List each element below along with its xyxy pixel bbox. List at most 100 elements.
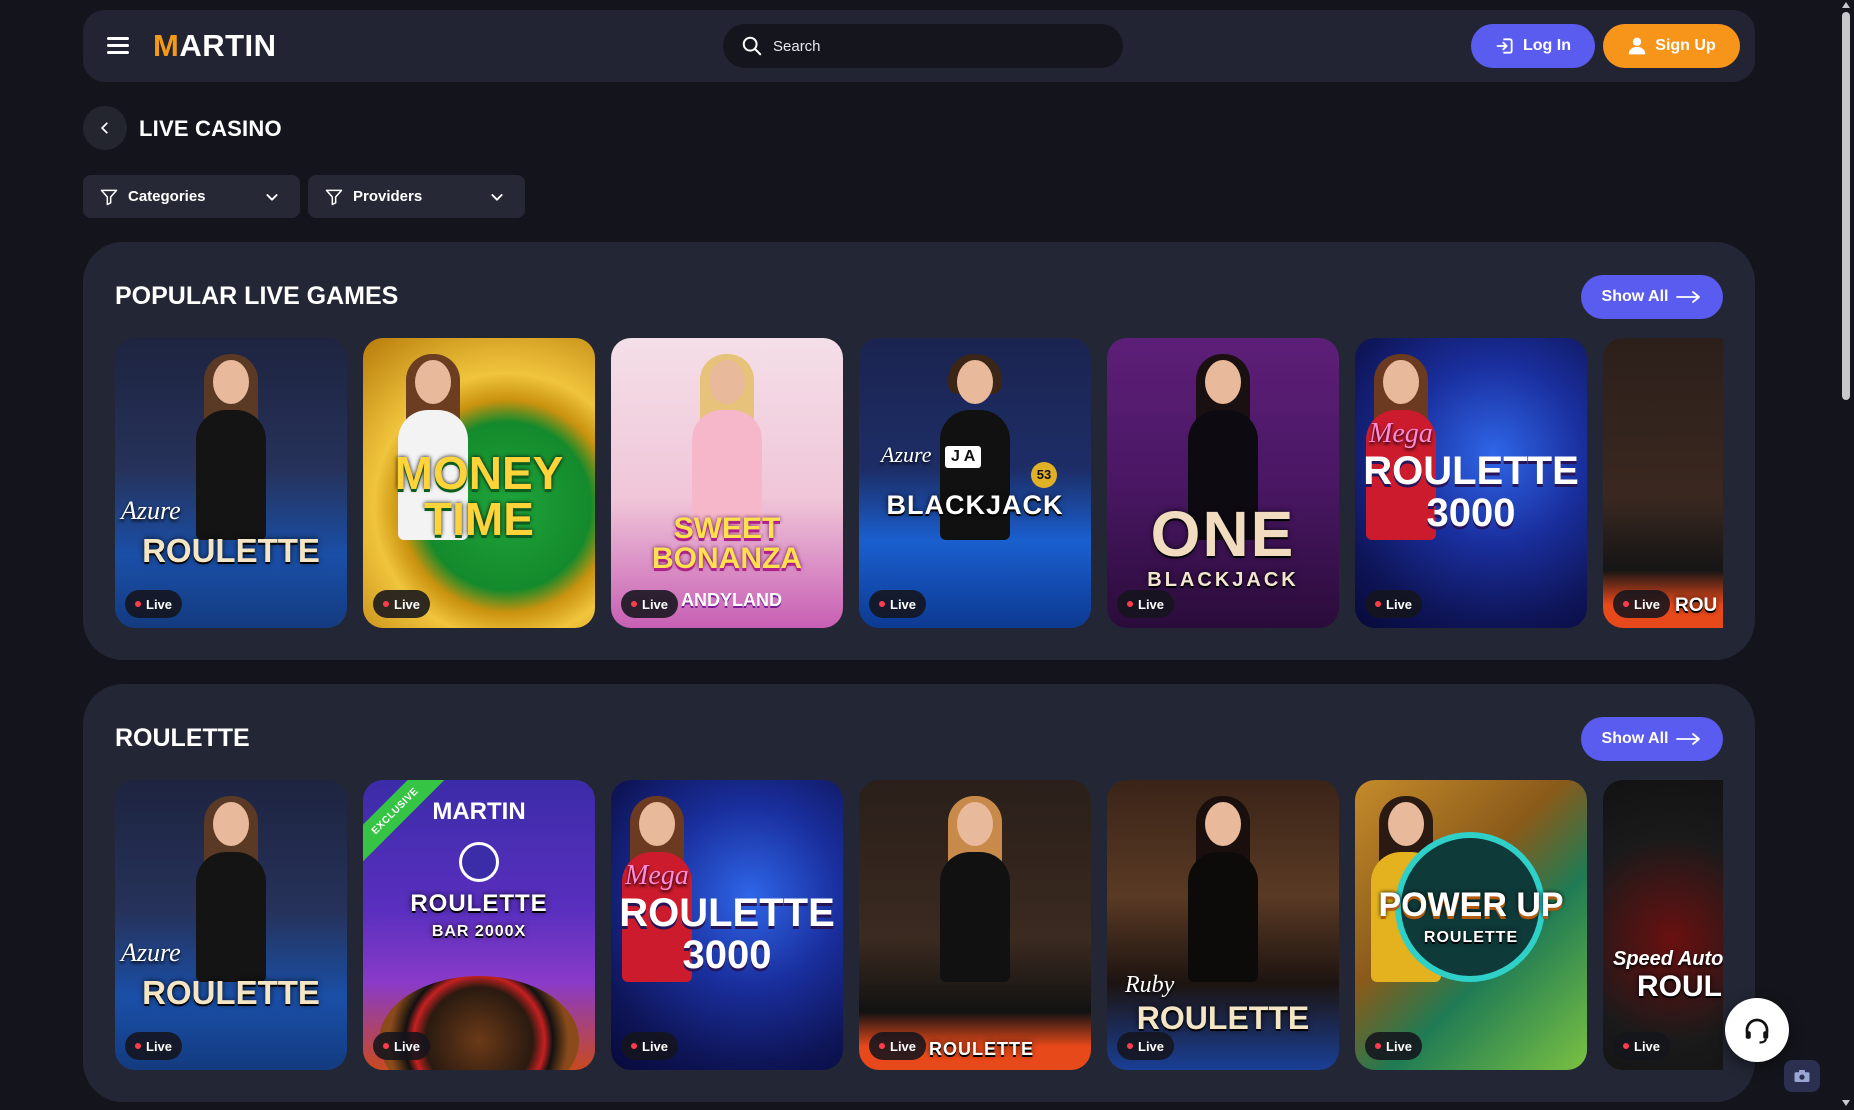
card-title: ROULETTE: [142, 974, 320, 1011]
page-scrollbar[interactable]: [1838, 0, 1854, 1110]
live-label: Live: [1634, 1038, 1661, 1054]
live-badge: Live: [1117, 1032, 1175, 1060]
logo-m: M: [153, 28, 180, 63]
game-card-roulette[interactable]: ROULETTE Live: [859, 780, 1091, 1070]
live-dot: [135, 601, 141, 607]
card-subtitle-candyland: ANDYLAND: [681, 590, 782, 610]
scroll-down-arrow[interactable]: [1842, 1100, 1850, 1106]
chevron-down-icon: [266, 194, 278, 201]
host-head: [639, 802, 676, 846]
game-card-roulette-partial[interactable]: ROU Live: [1603, 338, 1723, 628]
card-subtitle: Speed Auto: [1613, 948, 1723, 970]
show-all-button[interactable]: Show All: [1581, 275, 1723, 319]
dealer-head: [957, 802, 993, 846]
show-all-label: Show All: [1601, 730, 1669, 747]
screenshot-button[interactable]: [1784, 1060, 1820, 1092]
live-dot: [383, 601, 389, 607]
live-label: Live: [1634, 596, 1661, 612]
dealer-head: [213, 802, 249, 846]
live-badge: Live: [1365, 1032, 1423, 1060]
game-card-azure-speed-blackjack[interactable]: J A 53 Azure BLACKJACK Live: [859, 338, 1091, 628]
dealer-figure: [930, 796, 1020, 982]
host-head: [1383, 360, 1420, 404]
login-button[interactable]: Log In: [1471, 24, 1595, 68]
game-card-speed-auto-roulette-partial[interactable]: Speed Auto ROUL Live: [1603, 780, 1723, 1070]
game-card-ruby-roulette[interactable]: Ruby ROULETTE Live: [1107, 780, 1339, 1070]
card-title: ROULETTE 3000: [619, 891, 835, 977]
card-title: ROULETTE 3000: [1363, 449, 1579, 535]
live-badge: Live: [373, 590, 431, 618]
signup-label: Sign Up: [1655, 37, 1716, 54]
game-card-money-time[interactable]: MONEY TIME Live: [363, 338, 595, 628]
user-icon: [1628, 37, 1646, 55]
live-badge: Live: [373, 1032, 431, 1060]
signup-button[interactable]: Sign Up: [1603, 24, 1740, 68]
live-label: Live: [1138, 596, 1165, 612]
live-label: Live: [394, 1038, 421, 1054]
live-badge: Live: [1613, 590, 1671, 618]
card-title: ROULETTE: [142, 532, 320, 569]
game-card-one-blackjack[interactable]: ONE BLACKJACK Live: [1107, 338, 1339, 628]
logo[interactable]: MARTIN: [153, 28, 277, 64]
popular-live-games-section: POPULAR LIVE GAMES Show All Azure ROULET…: [83, 242, 1755, 660]
roulette-section: ROULETTE Show All Azure ROULETTE Live EX…: [83, 684, 1755, 1102]
live-dot: [1623, 601, 1629, 607]
live-badge: Live: [1613, 1032, 1671, 1060]
card-subtitle: Ruby: [1125, 972, 1175, 998]
dealer-head: [213, 360, 249, 404]
live-dot: [383, 1043, 389, 1049]
live-dot: [1375, 601, 1381, 607]
live-label: Live: [890, 596, 917, 612]
chevron-down-icon: [491, 194, 503, 201]
game-card-azure-roulette[interactable]: Azure ROULETTE Live: [115, 338, 347, 628]
live-badge: Live: [869, 590, 927, 618]
live-label: Live: [890, 1038, 917, 1054]
login-label: Log In: [1523, 37, 1571, 54]
live-label: Live: [642, 596, 669, 612]
live-dot: [631, 601, 637, 607]
filter-icon: [100, 189, 118, 205]
host-head: [414, 360, 451, 404]
menu-icon[interactable]: [107, 37, 129, 55]
live-dot: [1623, 1043, 1629, 1049]
card-subtitle: Azure: [121, 938, 181, 967]
card-title: MONEY TIME: [394, 447, 564, 545]
providers-filter[interactable]: Providers: [308, 175, 525, 218]
search-box[interactable]: [723, 24, 1123, 68]
game-card-martin-roulette-bar[interactable]: EXCLUSIVE MARTIN ROULETTE BAR 2000X Live: [363, 780, 595, 1070]
chevron-left-icon: [101, 122, 108, 134]
live-badge: Live: [621, 590, 679, 618]
live-label: Live: [146, 1038, 173, 1054]
arrow-right-icon: [1676, 291, 1701, 303]
live-badge: Live: [125, 1032, 183, 1060]
headset-icon: [1745, 1018, 1769, 1044]
game-card-mega-roulette-3000[interactable]: Mega ROULETTE 3000 Live: [611, 780, 843, 1070]
dealer-body: [940, 410, 1010, 540]
card-subtitle: Azure: [121, 496, 181, 525]
games-row: Azure ROULETTE Live MONEY TIME Live SWEE…: [115, 338, 1723, 628]
card-subtitle: Mega: [1369, 418, 1433, 449]
support-chat-button[interactable]: [1725, 998, 1789, 1062]
live-badge: Live: [1117, 590, 1175, 618]
show-all-button[interactable]: Show All: [1581, 717, 1723, 761]
card-title: BLACKJACK: [886, 490, 1064, 520]
game-card-sweet-bonanza[interactable]: SWEET BONANZA ANDYLAND Live: [611, 338, 843, 628]
scroll-thumb[interactable]: [1842, 12, 1850, 400]
card-title: ROULETTE: [410, 890, 548, 917]
categories-label: Categories: [128, 188, 206, 205]
live-label: Live: [1138, 1038, 1165, 1054]
game-card-power-up-roulette[interactable]: POWER UP ROULETTE Live: [1355, 780, 1587, 1070]
search-input[interactable]: [773, 37, 1073, 55]
card-title: ONE: [1150, 498, 1296, 570]
arrow-right-icon: [1676, 733, 1701, 745]
card-subtitle-bar: BAR 2000X: [431, 923, 527, 940]
dealer-body: [1188, 852, 1258, 982]
card-subtitle-blackjack: BLACKJACK: [1147, 569, 1299, 591]
card-brand: MARTIN: [432, 798, 526, 825]
game-card-azure-roulette[interactable]: Azure ROULETTE Live: [115, 780, 347, 1070]
page-title: LIVE CASINO: [139, 116, 282, 141]
game-card-mega-roulette-3000[interactable]: Mega ROULETTE 3000 Live: [1355, 338, 1587, 628]
categories-filter[interactable]: Categories: [83, 175, 300, 218]
scroll-up-arrow[interactable]: [1842, 2, 1850, 8]
back-button[interactable]: [83, 106, 127, 150]
